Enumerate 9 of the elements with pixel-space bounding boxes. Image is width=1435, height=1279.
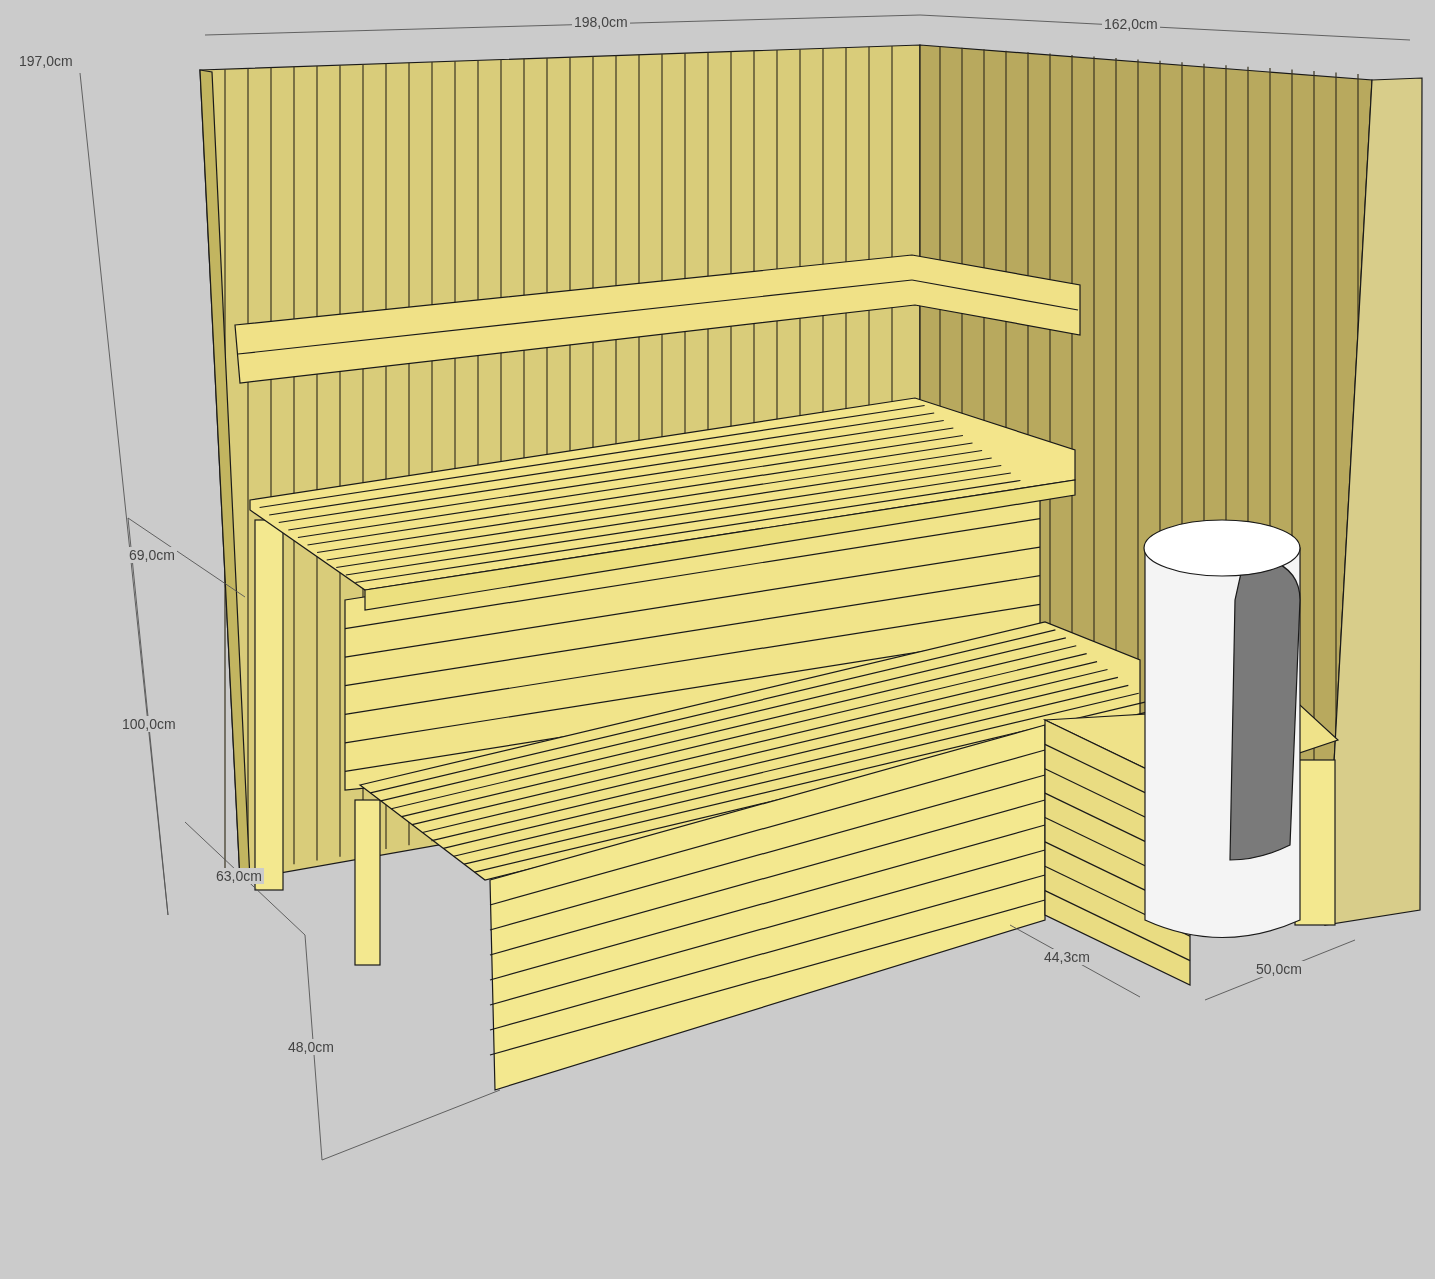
dimension-label: 50,0cm [1254, 961, 1304, 977]
dimension-label: 63,0cm [214, 868, 264, 884]
dimension-label: 69,0cm [127, 547, 177, 563]
dimension-label: 162,0cm [1102, 16, 1160, 32]
dimension-label: 197,0cm [17, 53, 75, 69]
dimension-label: 100,0cm [120, 716, 178, 732]
dimension-label: 48,0cm [286, 1039, 336, 1055]
dimension-label: 44,3cm [1042, 949, 1092, 965]
dimension-label: 198,0cm [572, 14, 630, 30]
